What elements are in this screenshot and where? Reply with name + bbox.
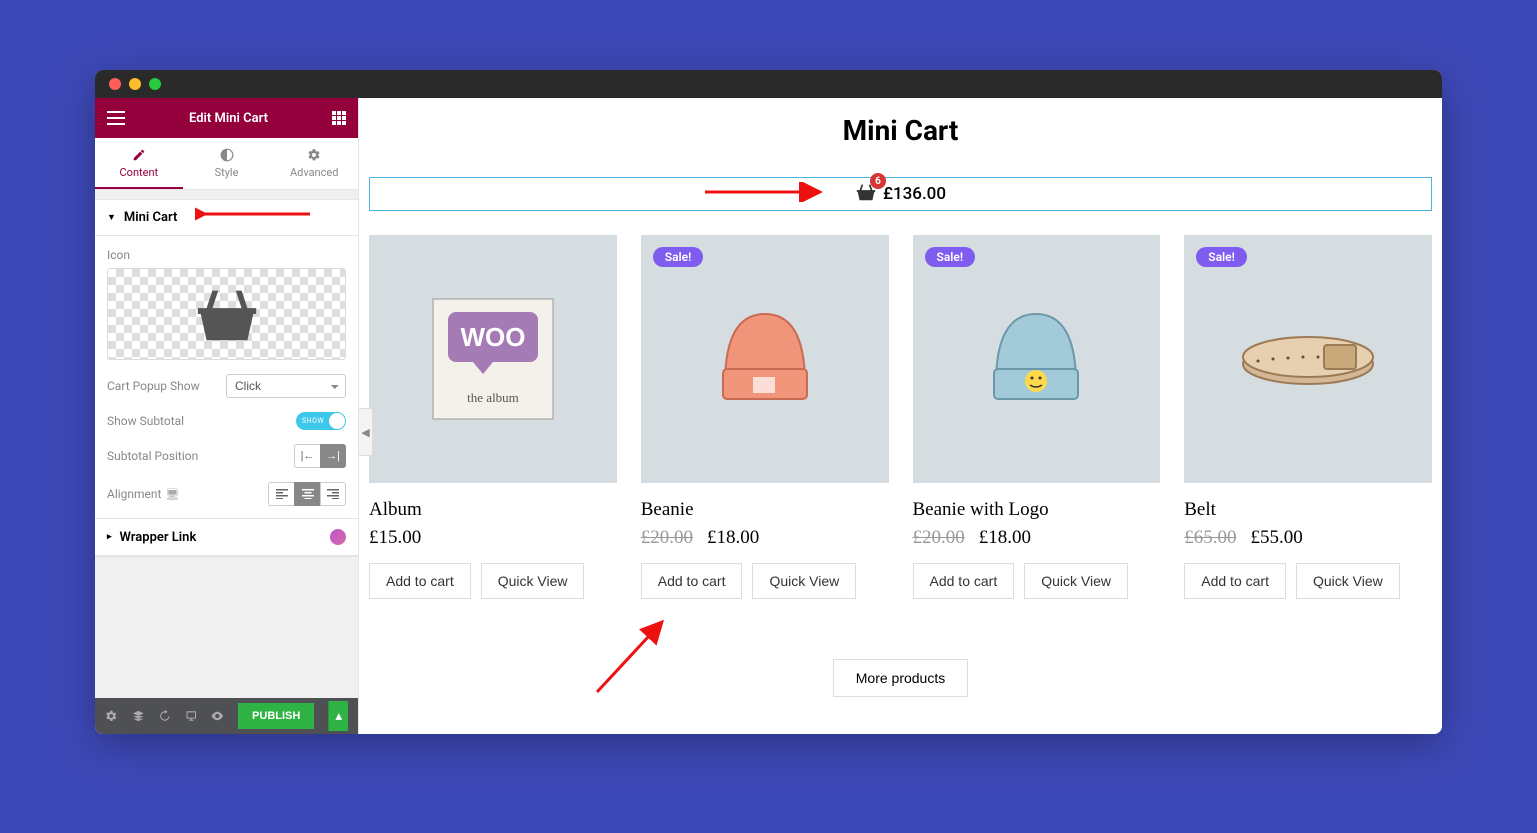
- ea-badge-icon: [330, 529, 346, 545]
- product-price: £15.00: [369, 527, 421, 549]
- product-card: WOO the album Album £15.00 Add to cart Qu…: [369, 235, 617, 599]
- product-image[interactable]: Sale!: [913, 235, 1161, 483]
- basket-icon: [192, 284, 262, 344]
- tab-label: Content: [120, 166, 159, 179]
- popup-select[interactable]: Click: [226, 374, 346, 398]
- maximize-dot[interactable]: [149, 78, 161, 90]
- cart-icon-wrap[interactable]: 6: [855, 182, 877, 206]
- editor-sidebar: Edit Mini Cart Content Style Advanced: [95, 98, 359, 734]
- close-dot[interactable]: [109, 78, 121, 90]
- quick-view-button[interactable]: Quick View: [1296, 563, 1400, 599]
- tab-advanced[interactable]: Advanced: [270, 138, 358, 189]
- pencil-icon: [132, 148, 146, 162]
- publish-button[interactable]: PUBLISH: [238, 703, 314, 729]
- annotation-arrow: [700, 182, 830, 202]
- product-card: Sale! Beanie £20.00 £18.00 Add to cart Qu…: [641, 235, 889, 599]
- section-mini-cart[interactable]: ▼ Mini Cart: [95, 200, 358, 236]
- section-label: Mini Cart: [124, 210, 177, 225]
- align-center[interactable]: [294, 482, 320, 506]
- app-window: Edit Mini Cart Content Style Advanced: [95, 70, 1442, 734]
- product-name: Beanie with Logo: [913, 499, 1161, 521]
- sidebar-footer: PUBLISH ▴: [95, 698, 358, 734]
- editor-canvas: Mini Cart 6 £136.00 WOO the album Album £…: [359, 98, 1442, 734]
- cart-total: £136.00: [883, 184, 946, 204]
- gear-icon: [307, 148, 321, 162]
- tab-style[interactable]: Style: [183, 138, 271, 189]
- sidebar-header: Edit Mini Cart: [95, 98, 358, 138]
- tab-label: Style: [215, 166, 239, 179]
- publish-options[interactable]: ▴: [328, 701, 348, 731]
- product-price: £55.00: [1251, 527, 1303, 549]
- section-label: Wrapper Link: [120, 530, 197, 545]
- quick-view-button[interactable]: Quick View: [1024, 563, 1128, 599]
- more-products-row: More products: [359, 659, 1442, 697]
- product-image[interactable]: WOO the album: [369, 235, 617, 483]
- add-to-cart-button[interactable]: Add to cart: [913, 563, 1015, 599]
- product-name: Belt: [1184, 499, 1432, 521]
- quick-view-button[interactable]: Quick View: [481, 563, 585, 599]
- svg-text:WOO: WOO: [460, 322, 525, 352]
- sale-badge: Sale!: [1196, 247, 1247, 267]
- product-price-old: £65.00: [1184, 527, 1236, 549]
- product-price: £18.00: [979, 527, 1031, 549]
- svg-text:the album: the album: [467, 390, 519, 405]
- icon-preview[interactable]: [107, 268, 346, 360]
- popup-label: Cart Popup Show: [107, 379, 200, 393]
- align-right[interactable]: [320, 482, 346, 506]
- mini-cart-widget[interactable]: 6 £136.00: [369, 177, 1432, 211]
- pos-left[interactable]: |←: [294, 444, 320, 468]
- pos-right[interactable]: →|: [320, 444, 346, 468]
- product-price-old: £20.00: [641, 527, 693, 549]
- product-card: Sale! Belt £65.00 £55.00 Add to cart Quic…: [1184, 235, 1432, 599]
- section-wrapper-link[interactable]: ▸ Wrapper Link: [95, 519, 358, 556]
- titlebar: [95, 70, 1442, 98]
- quick-view-button[interactable]: Quick View: [752, 563, 856, 599]
- subtotal-toggle[interactable]: SHOW: [296, 412, 346, 430]
- add-to-cart-button[interactable]: Add to cart: [641, 563, 743, 599]
- revisions-icon[interactable]: [132, 709, 145, 723]
- preview-icon[interactable]: [211, 709, 224, 723]
- align-left[interactable]: [268, 482, 294, 506]
- responsive-icon[interactable]: [185, 709, 198, 723]
- monitor-icon: 🖥: [165, 488, 179, 501]
- alignment-group: [268, 482, 346, 506]
- menu-icon[interactable]: [107, 111, 125, 125]
- tab-label: Advanced: [290, 166, 338, 179]
- apps-icon[interactable]: [332, 111, 346, 125]
- product-image[interactable]: Sale!: [641, 235, 889, 483]
- collapse-sidebar[interactable]: ◀: [359, 408, 373, 456]
- history-icon[interactable]: [158, 709, 171, 723]
- cart-count-badge: 6: [870, 173, 886, 189]
- subtotal-label: Show Subtotal: [107, 414, 184, 428]
- tab-content[interactable]: Content: [95, 138, 183, 189]
- product-image[interactable]: Sale!: [1184, 235, 1432, 483]
- subtotal-position-group: |← →|: [294, 444, 346, 468]
- product-card: Sale! Beanie with Logo £20.00 £18.00 Add …: [913, 235, 1161, 599]
- more-products-button[interactable]: More products: [833, 659, 968, 697]
- icon-label: Icon: [107, 248, 346, 262]
- add-to-cart-button[interactable]: Add to cart: [369, 563, 471, 599]
- alignment-label: Alignment🖥: [107, 487, 179, 501]
- product-name: Beanie: [641, 499, 889, 521]
- sale-badge: Sale!: [653, 247, 704, 267]
- add-to-cart-button[interactable]: Add to cart: [1184, 563, 1286, 599]
- product-price-old: £20.00: [913, 527, 965, 549]
- settings-icon[interactable]: [105, 709, 118, 723]
- subtotal-position-label: Subtotal Position: [107, 449, 198, 463]
- product-price: £18.00: [707, 527, 759, 549]
- minimize-dot[interactable]: [129, 78, 141, 90]
- editor-tabs: Content Style Advanced: [95, 138, 358, 190]
- controls: Icon Cart Popup Show Click Show Subtotal…: [95, 236, 358, 518]
- product-grid: WOO the album Album £15.00 Add to cart Qu…: [359, 235, 1442, 599]
- product-name: Album: [369, 499, 617, 521]
- sale-badge: Sale!: [925, 247, 976, 267]
- contrast-icon: [220, 148, 234, 162]
- page-title: Mini Cart: [359, 98, 1442, 177]
- sidebar-title: Edit Mini Cart: [189, 111, 268, 126]
